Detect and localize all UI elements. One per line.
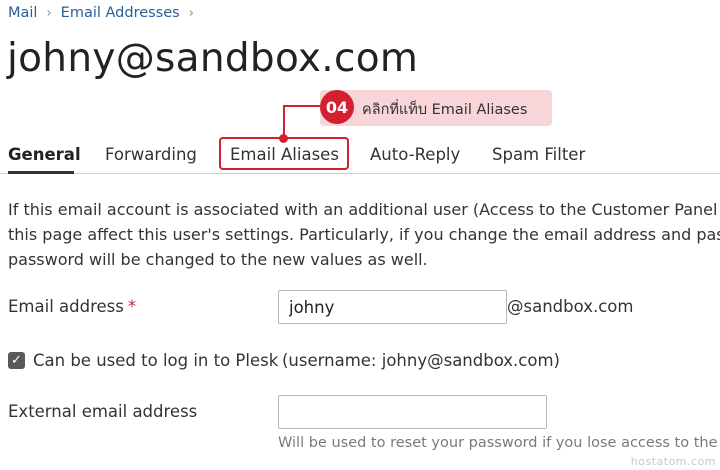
email-address-label-text: Email address xyxy=(8,297,124,316)
account-info-text: If this email account is associated with… xyxy=(8,197,720,272)
watermark: hostatom.com xyxy=(630,455,716,468)
active-tab-indicator xyxy=(8,171,74,174)
tutorial-callout-dot xyxy=(279,134,288,143)
info-line: password will be changed to the new valu… xyxy=(8,250,428,269)
tutorial-step-badge: 04 xyxy=(320,90,354,124)
login-checkbox[interactable]: ✓ xyxy=(8,352,25,369)
email-address-input[interactable] xyxy=(278,290,507,324)
tab-bar: General Forwarding Email Aliases Auto-Re… xyxy=(0,135,720,174)
login-checkbox-label[interactable]: Can be used to log in to Plesk xyxy=(33,351,278,370)
breadcrumb-email-addresses-link[interactable]: Email Addresses xyxy=(61,5,180,21)
external-email-input[interactable] xyxy=(278,395,547,429)
breadcrumb: Mail › Email Addresses › xyxy=(8,5,203,21)
breadcrumb-separator: › xyxy=(188,5,194,21)
breadcrumb-separator: › xyxy=(46,5,52,21)
external-email-label: External email address xyxy=(8,402,198,421)
page-title: johny@sandbox.com xyxy=(7,36,419,81)
email-domain-suffix: @sandbox.com xyxy=(507,297,634,316)
tab-spam-filter[interactable]: Spam Filter xyxy=(492,145,585,164)
info-line: this page affect this user's settings. P… xyxy=(8,225,720,244)
tab-forwarding[interactable]: Forwarding xyxy=(105,145,197,164)
login-username-note: (username: johny@sandbox.com) xyxy=(282,351,560,370)
tab-auto-reply[interactable]: Auto-Reply xyxy=(370,145,460,164)
tutorial-callout-text: คลิกที่แท็บ Email Aliases xyxy=(362,102,528,118)
email-address-label: Email address * xyxy=(8,297,136,316)
tab-general[interactable]: General xyxy=(8,145,81,164)
breadcrumb-mail-link[interactable]: Mail xyxy=(8,5,37,21)
tutorial-callout-line xyxy=(283,105,323,107)
required-marker: * xyxy=(127,297,137,316)
external-email-hint: Will be used to reset your password if y… xyxy=(278,435,720,451)
info-line: If this email account is associated with… xyxy=(8,200,718,219)
checkmark-icon: ✓ xyxy=(11,353,22,368)
